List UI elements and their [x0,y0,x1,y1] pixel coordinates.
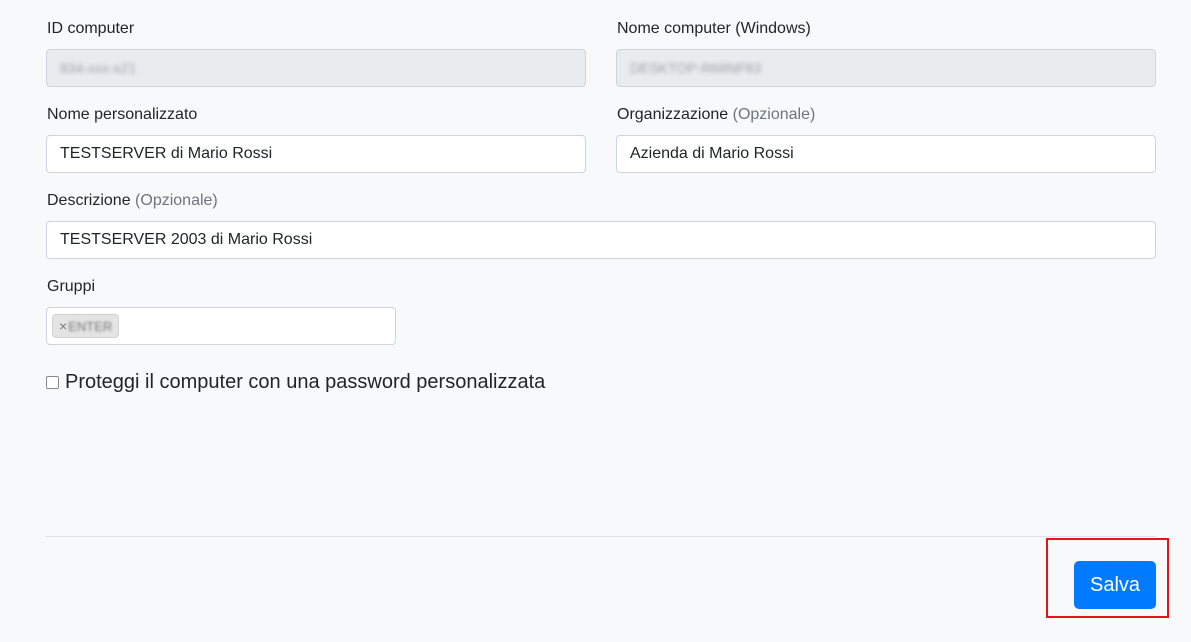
groups-multiselect[interactable]: ×ENTER [46,307,396,345]
password-protect-checkbox[interactable] [46,376,59,389]
computer-id-label: ID computer [47,20,135,37]
organization-input[interactable]: Azienda di Mario Rossi [616,135,1156,173]
remove-tag-icon[interactable]: × [59,318,67,334]
windows-name-value: DESKTOP-R68NF83 [630,60,762,76]
organization-label: Organizzazione (Opzionale) [617,105,815,125]
description-input[interactable]: TESTSERVER 2003 di Mario Rossi [46,221,1156,259]
windows-name-label: Nome computer (Windows) [617,20,811,37]
custom-name-input[interactable]: TESTSERVER di Mario Rossi [46,135,586,173]
password-protect-label[interactable]: Proteggi il computer con una password pe… [65,370,545,394]
description-label: Descrizione (Opzionale) [47,191,218,211]
organization-optional-hint: (Opzionale) [732,106,816,123]
windows-name-field: DESKTOP-R68NF83 [616,49,1156,87]
footer-divider [46,536,1156,537]
custom-name-label: Nome personalizzato [47,106,198,123]
organization-label-text: Organizzazione [617,106,729,123]
group-tag-text: ENTER [68,319,113,334]
computer-id-value: 834-xxx-x21 [60,60,137,76]
group-tag: ×ENTER [52,314,120,338]
description-optional-hint: (Opzionale) [135,192,218,209]
groups-label: Gruppi [47,278,96,295]
description-label-text: Descrizione [47,192,131,209]
computer-id-field: 834-xxx-x21 [46,49,586,87]
highlight-box [1046,538,1169,618]
